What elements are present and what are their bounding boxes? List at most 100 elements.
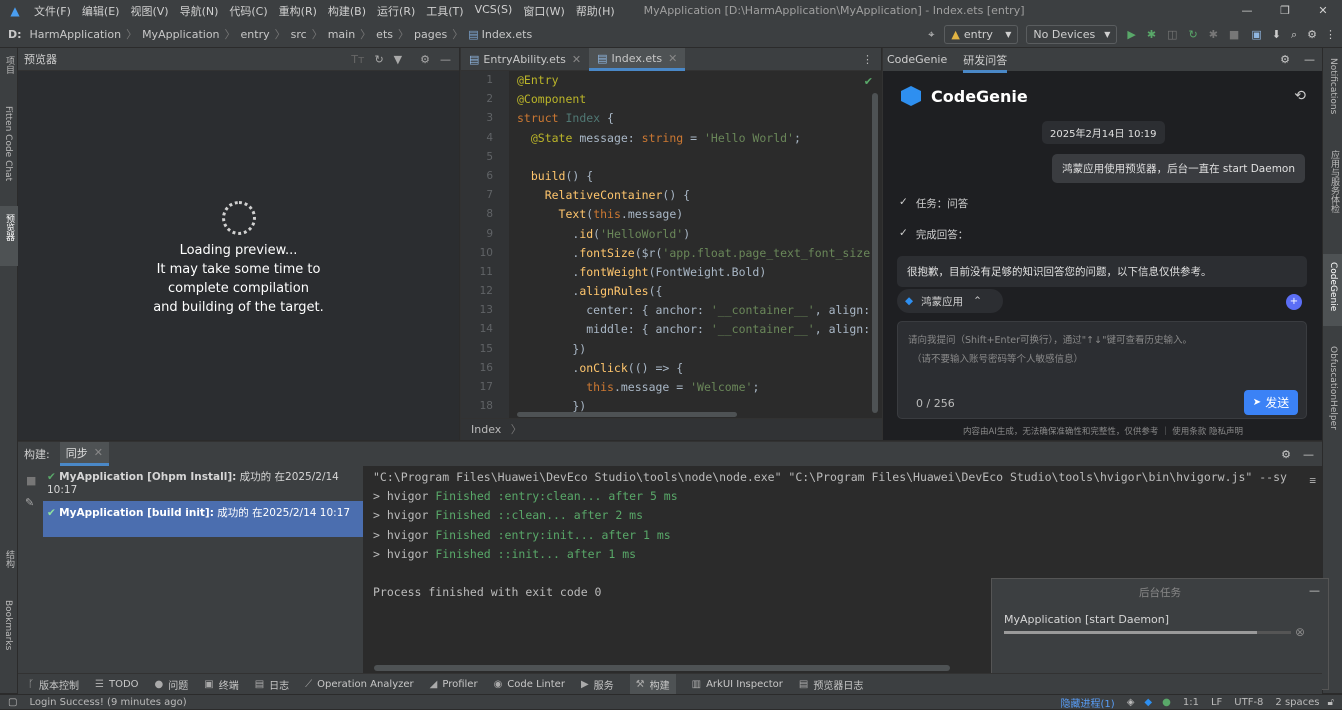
- caret-position[interactable]: 1:1: [1183, 697, 1199, 708]
- target-icon[interactable]: ⌖: [928, 28, 934, 42]
- tab-rd-qa[interactable]: 研发问答: [963, 47, 1008, 73]
- more-tabs-icon[interactable]: ⋮: [862, 48, 873, 70]
- toolwindow-build[interactable]: ⚒ 构建: [629, 674, 676, 694]
- device-selector[interactable]: No Devices ▼: [1026, 25, 1118, 44]
- toolwindow-terminal[interactable]: ▣ 终端: [204, 677, 238, 692]
- sidebar-item-obfuscation-helper[interactable]: ObfuscationHelper: [1328, 346, 1338, 430]
- settings-icon[interactable]: ⚙: [1280, 53, 1290, 66]
- run-icon[interactable]: ▶: [1127, 28, 1135, 41]
- breadcrumb-item[interactable]: entry: [241, 28, 270, 41]
- hide-icon[interactable]: —: [1304, 53, 1315, 66]
- toolwindow-previewer-log[interactable]: ▤ 预览器日志: [799, 677, 863, 692]
- menu-vcs[interactable]: VCS(S): [475, 3, 513, 19]
- close-icon[interactable]: ✕: [94, 446, 103, 459]
- wrap-icon[interactable]: ≡: [1309, 474, 1316, 487]
- sidebar-item-project[interactable]: 项目: [3, 56, 16, 74]
- sidebar-item-notifications[interactable]: Notifications: [1328, 58, 1338, 114]
- apply-changes-icon[interactable]: ↻: [1188, 28, 1197, 41]
- code-area[interactable]: @Entry @Component struct Index { @State me…: [517, 71, 877, 418]
- sidebar-item-app-check[interactable]: 应用与服务体检: [1328, 150, 1341, 213]
- menu-run[interactable]: 运行(R): [377, 3, 415, 19]
- vertical-scrollbar[interactable]: [872, 93, 878, 413]
- sdk-manager-icon[interactable]: ⬇: [1272, 28, 1281, 41]
- new-chat-icon[interactable]: +: [1286, 294, 1302, 310]
- debug-icon[interactable]: ✱: [1147, 28, 1156, 41]
- attach-debugger-icon[interactable]: ◫: [1167, 28, 1177, 41]
- tab-entryability[interactable]: ▤ EntryAbility.ets ✕: [461, 48, 589, 71]
- cancel-task-icon[interactable]: ⊗: [1295, 625, 1305, 639]
- breadcrumb-item[interactable]: main: [328, 28, 355, 41]
- status-layout-icon[interactable]: ▢: [8, 697, 17, 708]
- toolwindow-arkui-inspector[interactable]: ▥ ArkUI Inspector: [692, 679, 783, 690]
- plugin-icon[interactable]: ◈: [1127, 697, 1135, 708]
- tab-index[interactable]: ▤ Index.ets ✕: [589, 48, 686, 71]
- filter-icon[interactable]: ▼: [394, 53, 402, 66]
- context-chip[interactable]: ◆ 鸿蒙应用 ⌃: [897, 289, 1003, 313]
- sidebar-item-fitten-code-chat[interactable]: Fitten Code Chat: [3, 106, 13, 181]
- breadcrumb-item[interactable]: pages: [414, 28, 447, 41]
- stop-icon[interactable]: ■: [1229, 28, 1239, 41]
- settings-icon[interactable]: ⚙: [1307, 28, 1317, 41]
- hide-icon[interactable]: —: [1309, 584, 1320, 597]
- codegenie-status-icon[interactable]: ◆: [1144, 697, 1152, 708]
- tab-sync[interactable]: 同步 ✕: [59, 442, 109, 466]
- breadcrumb-drive[interactable]: D:: [8, 28, 22, 41]
- line-separator[interactable]: LF: [1211, 697, 1222, 708]
- build-tree-row-selected[interactable]: ✔ MyApplication [build init]: 成功的 在2025/…: [43, 501, 363, 537]
- sidebar-item-structure[interactable]: 结构: [3, 550, 16, 568]
- menu-code[interactable]: 代码(C): [229, 3, 267, 19]
- toolwindow-code-linter[interactable]: ◉ Code Linter: [494, 679, 565, 690]
- menu-refactor[interactable]: 重构(R): [279, 3, 317, 19]
- status-ok-icon[interactable]: ●: [1162, 697, 1171, 708]
- indent-setting[interactable]: 2 spaces: [1275, 697, 1319, 708]
- toolwindow-problems[interactable]: ● 问题: [155, 677, 189, 692]
- toolwindow-profiler[interactable]: ◢ Profiler: [430, 679, 478, 690]
- horizontal-scrollbar[interactable]: [517, 412, 737, 417]
- menu-edit[interactable]: 编辑(E): [82, 3, 120, 19]
- menu-help[interactable]: 帮助(H): [576, 3, 615, 19]
- file-encoding[interactable]: UTF-8: [1234, 697, 1263, 708]
- search-icon[interactable]: ⌕: [1291, 28, 1297, 42]
- device-manager-icon[interactable]: ▣: [1251, 28, 1261, 41]
- more-icon[interactable]: ⋮: [1325, 28, 1336, 41]
- toolwindow-log[interactable]: ▤ 日志: [255, 677, 289, 692]
- hidden-processes-link[interactable]: 隐藏进程(1): [1061, 695, 1115, 710]
- toolwindow-services[interactable]: ▶ 服务: [581, 677, 614, 692]
- breadcrumb-item[interactable]: ets: [376, 28, 393, 41]
- pin-icon[interactable]: ✎: [25, 496, 34, 509]
- menu-navigate[interactable]: 导航(N): [180, 3, 219, 19]
- toolwindow-operation-analyzer[interactable]: ⟋ Operation Analyzer: [305, 679, 413, 690]
- close-icon[interactable]: ✕: [668, 52, 677, 65]
- stop-icon[interactable]: ■: [26, 474, 36, 487]
- toolwindow-version-control[interactable]: ᚴ 版本控制: [28, 677, 79, 692]
- close-icon[interactable]: ✕: [572, 53, 581, 66]
- hide-icon[interactable]: —: [440, 53, 451, 66]
- sidebar-item-bookmarks[interactable]: Bookmarks: [3, 600, 13, 650]
- menu-build[interactable]: 构建(B): [328, 3, 366, 19]
- restore-icon[interactable]: ❐: [1266, 0, 1304, 21]
- hide-icon[interactable]: —: [1303, 448, 1314, 461]
- settings-icon[interactable]: ⚙: [1281, 448, 1291, 461]
- close-icon[interactable]: ✕: [1304, 0, 1342, 21]
- module-selector[interactable]: ▲ entry ▼: [944, 25, 1019, 44]
- settings-icon[interactable]: ⚙: [420, 53, 430, 66]
- breadcrumb-item[interactable]: src: [291, 28, 307, 41]
- minimize-icon[interactable]: —: [1228, 0, 1266, 21]
- breadcrumb-item[interactable]: Index.ets: [482, 28, 533, 41]
- menu-tools[interactable]: 工具(T): [426, 3, 463, 19]
- app-logo-icon[interactable]: ▲: [4, 4, 26, 18]
- lock-icon[interactable]: 🔓︎: [1328, 697, 1334, 708]
- toolwindow-todo[interactable]: ☰ TODO: [95, 679, 139, 690]
- breadcrumb-item[interactable]: HarmApplication: [30, 28, 122, 41]
- tab-codegenie[interactable]: CodeGenie: [887, 53, 947, 66]
- history-icon[interactable]: ⟲: [1294, 88, 1306, 104]
- send-button[interactable]: ➤ 发送: [1244, 390, 1298, 415]
- refresh-icon[interactable]: ↻: [374, 53, 383, 66]
- question-input[interactable]: 请向我提问（Shift+Enter可换行），通过"↑↓"键可查看历史输入。 （请…: [897, 321, 1307, 419]
- status-message[interactable]: Login Success! (9 minutes ago): [29, 697, 186, 708]
- build-tree-row[interactable]: ✔ MyApplication [Ohpm Install]: 成功的 在202…: [43, 466, 363, 501]
- console-scrollbar[interactable]: [374, 665, 950, 671]
- breadcrumb-item[interactable]: MyApplication: [142, 28, 219, 41]
- profile-icon[interactable]: ✱: [1209, 28, 1218, 41]
- editor-footer-label[interactable]: Index: [471, 423, 501, 436]
